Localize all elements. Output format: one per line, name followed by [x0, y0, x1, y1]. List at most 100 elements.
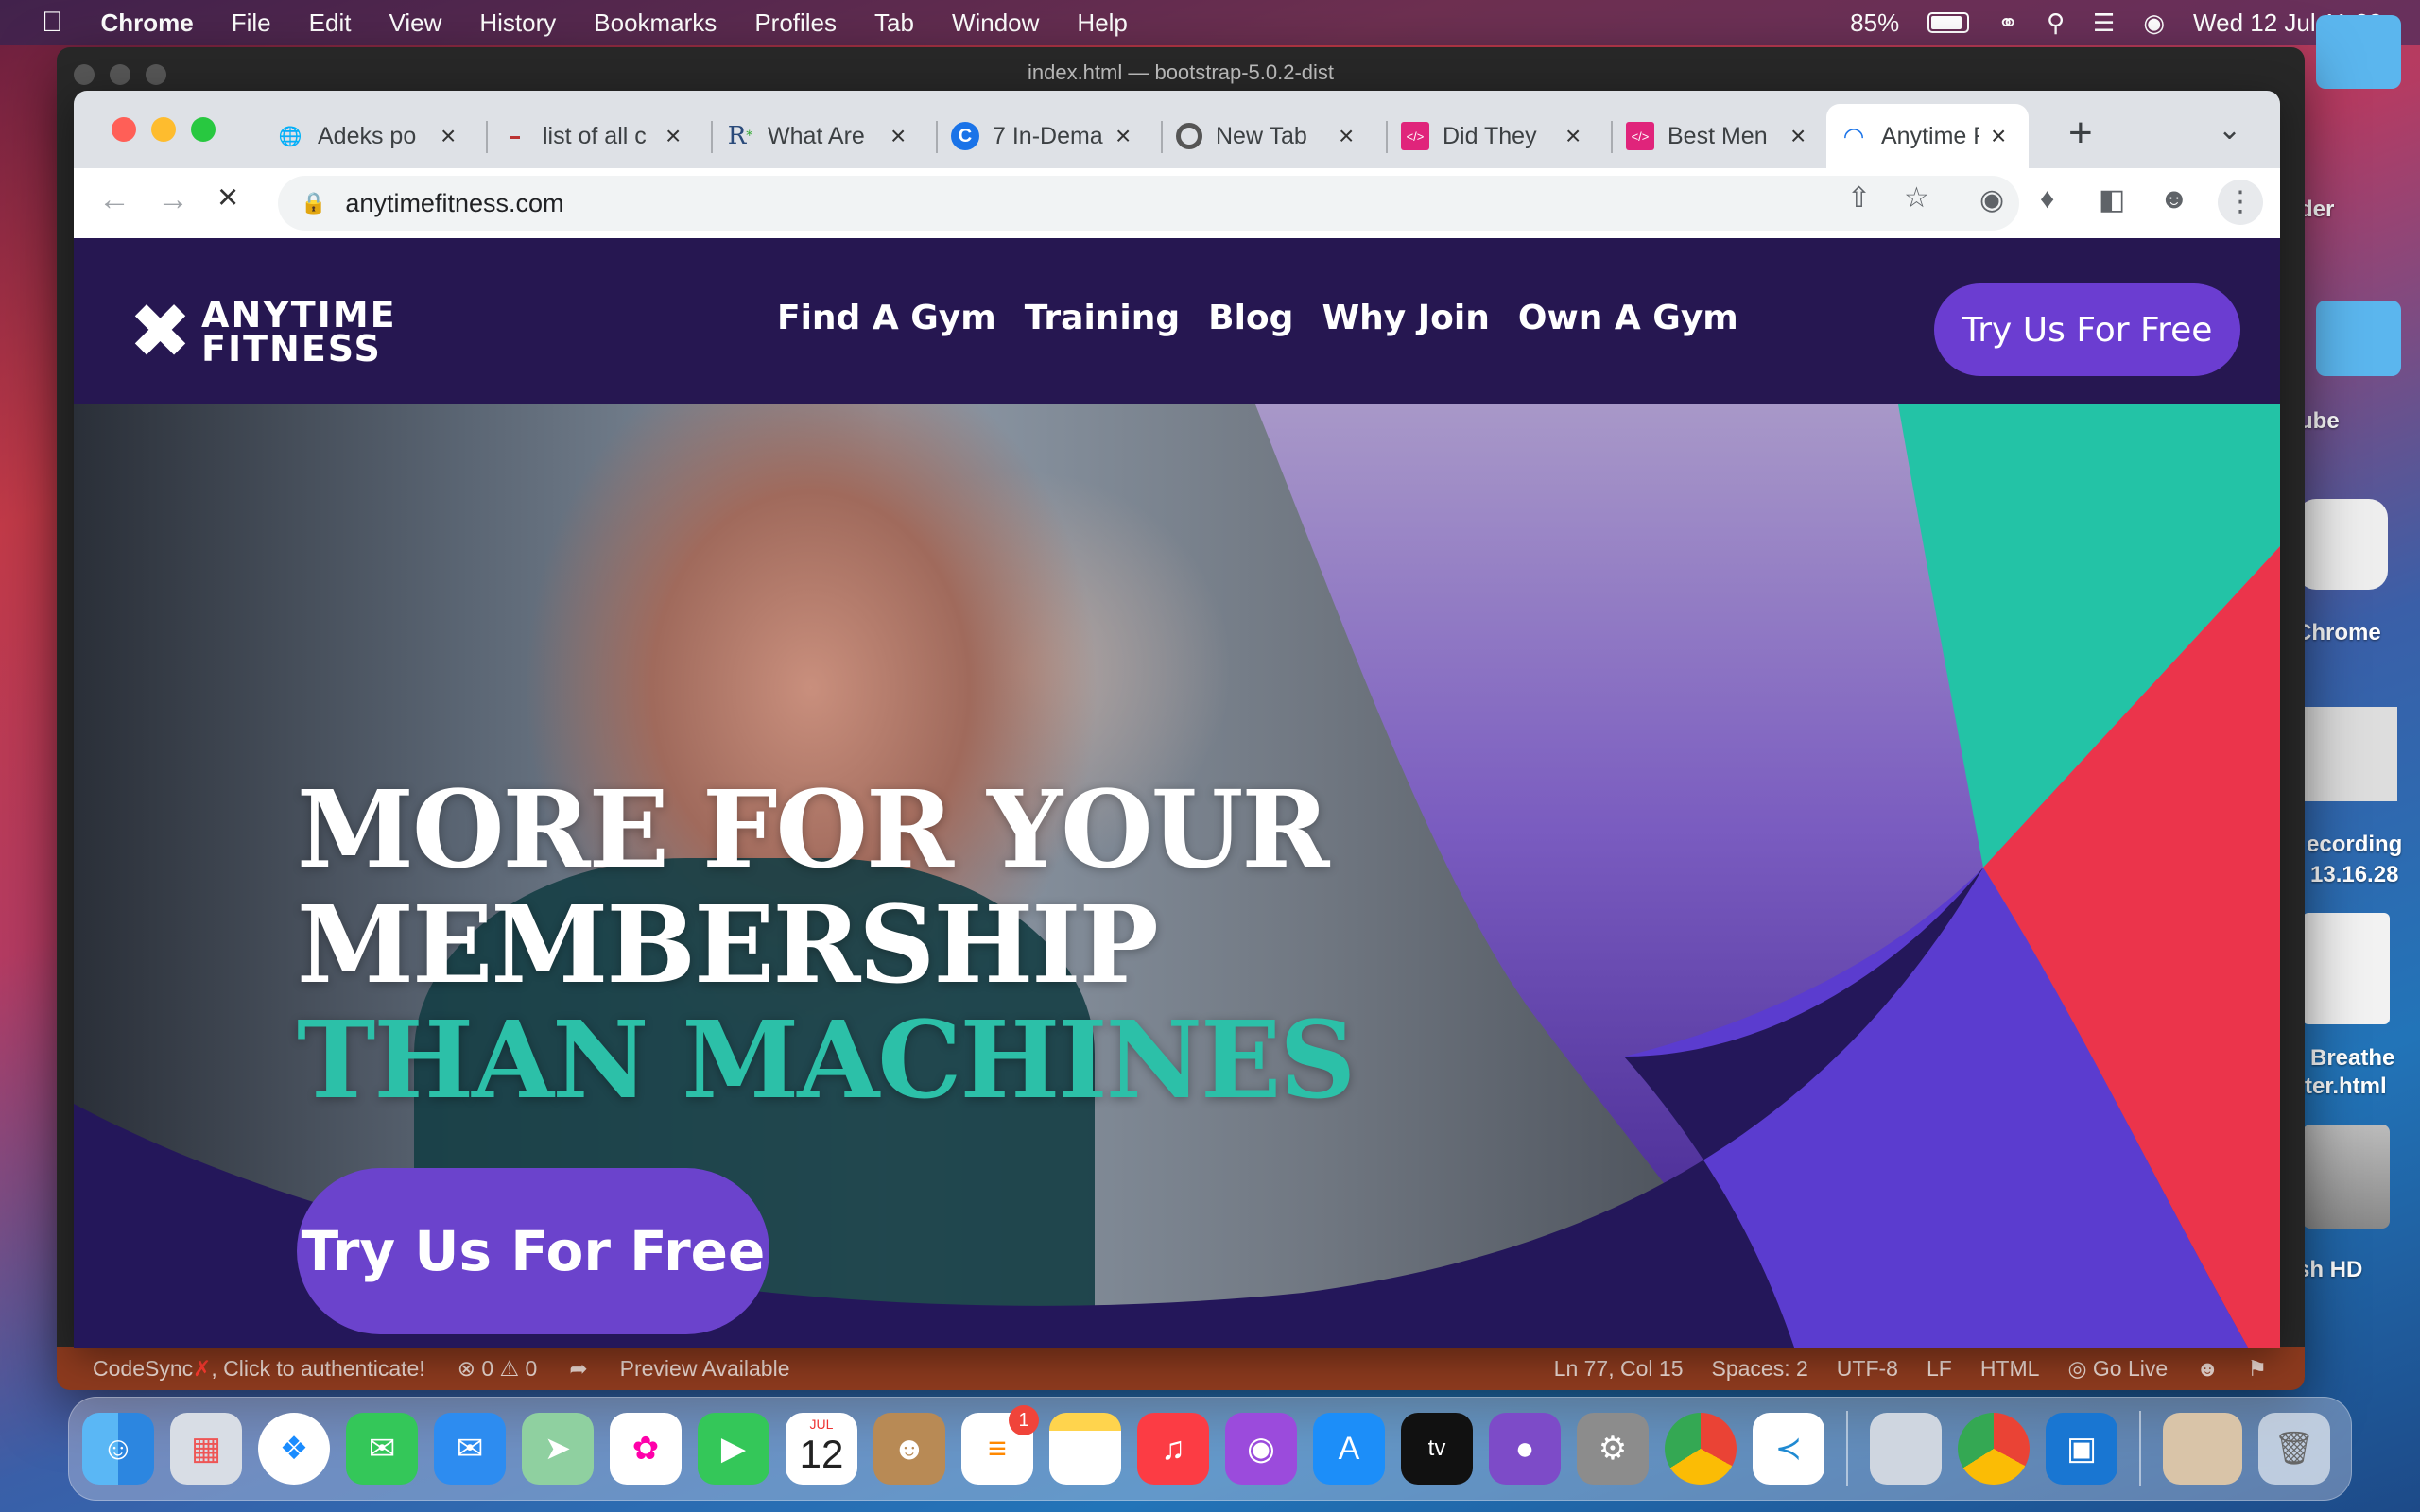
extensions-puzzle-icon[interactable]: ♦: [2040, 183, 2054, 215]
desktop-label[interactable]: ube: [2299, 408, 2403, 435]
tab[interactable]: ▬ list of all c ×: [488, 104, 713, 168]
apple-tv-icon[interactable]: tv: [1401, 1413, 1473, 1485]
camera-icon[interactable]: ◉: [1979, 183, 2004, 216]
launchpad-icon[interactable]: ▦: [170, 1413, 242, 1485]
lock-icon[interactable]: 🔒: [301, 191, 326, 215]
music-icon[interactable]: ♫: [1137, 1413, 1209, 1485]
desktop-label[interactable]: der: [2299, 197, 2403, 223]
forward-arrow-icon[interactable]: →: [157, 181, 189, 218]
tab[interactable]: </> Did They ×: [1388, 104, 1613, 168]
trash-icon[interactable]: 🗑: [2258, 1413, 2330, 1485]
cursor-position[interactable]: Ln 77, Col 15: [1554, 1356, 1684, 1382]
side-panel-icon[interactable]: ◧: [2099, 183, 2125, 216]
photos-icon[interactable]: ✿: [610, 1413, 682, 1485]
close-tab-icon[interactable]: ×: [1565, 121, 1581, 151]
line-ending[interactable]: LF: [1927, 1356, 1952, 1382]
messages-icon[interactable]: ✉: [346, 1413, 418, 1485]
try-us-for-free-hero-button[interactable]: Try Us For Free: [297, 1168, 769, 1334]
tab[interactable]: C 7 In-Dema ×: [938, 104, 1163, 168]
encoding[interactable]: UTF-8: [1837, 1356, 1898, 1382]
tab[interactable]: </> Best Men ×: [1613, 104, 1838, 168]
menu-profiles[interactable]: Profiles: [754, 9, 837, 38]
tab[interactable]: 🌐 Adeks po ×: [263, 104, 488, 168]
close-tab-icon[interactable]: ×: [890, 121, 906, 151]
chrome-app-icon[interactable]: [2297, 499, 2388, 590]
hard-drive-icon[interactable]: [2303, 1125, 2390, 1228]
live-share-icon[interactable]: ➦: [569, 1356, 587, 1382]
url-text[interactable]: anytimefitness.com: [345, 189, 563, 218]
language-mode[interactable]: HTML: [1980, 1356, 2040, 1382]
recording-thumbnail[interactable]: [2303, 707, 2397, 801]
more-menu-icon[interactable]: ⋮: [2218, 180, 2263, 225]
nav-training[interactable]: Training: [1025, 299, 1180, 337]
menu-edit[interactable]: Edit: [309, 9, 352, 38]
desktop-folder-icon[interactable]: [2316, 301, 2401, 376]
maps-icon[interactable]: ➤: [522, 1413, 594, 1485]
stop-loading-icon[interactable]: ×: [217, 178, 238, 218]
nav-own-a-gym[interactable]: Own A Gym: [1518, 299, 1738, 337]
anytime-fitness-logo[interactable]: ✖ ANYTIME FITNESS: [129, 287, 397, 375]
nav-blog[interactable]: Blog: [1208, 299, 1293, 337]
feedback-icon[interactable]: ☻: [2196, 1356, 2219, 1382]
remote-app-icon[interactable]: ▣: [2046, 1413, 2118, 1485]
desktop-label[interactable]: ecording: [2307, 832, 2411, 858]
close-window-button[interactable]: [112, 117, 136, 142]
address-bar[interactable]: 🔒 anytimefitness.com: [278, 176, 2019, 231]
safari-icon[interactable]: ❖: [258, 1413, 330, 1485]
codesync-status[interactable]: CodeSync✗, Click to authenticate!: [93, 1356, 425, 1382]
chrome-icon[interactable]: [1665, 1413, 1737, 1485]
close-tab-icon[interactable]: ×: [1339, 121, 1354, 151]
tab[interactable]: R * What Are ×: [713, 104, 938, 168]
vscode-icon[interactable]: ≺: [1753, 1413, 1824, 1485]
menu-tab[interactable]: Tab: [874, 9, 914, 38]
control-center-icon[interactable]: ☰: [2093, 9, 2115, 38]
close-tab-icon[interactable]: ×: [1790, 121, 1806, 151]
desktop-label[interactable]: Breathe: [2310, 1045, 2414, 1072]
tab-search-chevron-icon[interactable]: ⌄: [2218, 113, 2241, 146]
menu-history[interactable]: History: [479, 9, 556, 38]
bookmark-star-icon[interactable]: ☆: [1904, 181, 1929, 215]
reminders-icon[interactable]: ≡ 1: [961, 1405, 1039, 1485]
try-us-for-free-nav-button[interactable]: Try Us For Free: [1934, 284, 2240, 376]
share-icon[interactable]: ⇧: [1847, 181, 1871, 215]
podcasts-icon[interactable]: ◉: [1225, 1413, 1297, 1485]
github-desktop-icon[interactable]: ●: [1489, 1413, 1561, 1485]
screen-mirroring-icon[interactable]: ⚭: [1997, 9, 2018, 38]
menu-file[interactable]: File: [232, 9, 271, 38]
back-arrow-icon[interactable]: ←: [98, 181, 130, 218]
downloads-stack-icon[interactable]: [2163, 1413, 2242, 1485]
spotlight-search-icon[interactable]: ⚲: [2047, 9, 2065, 38]
go-live-button[interactable]: ◎ Go Live: [2067, 1356, 2168, 1382]
close-tab-icon[interactable]: ×: [1991, 121, 2006, 151]
close-tab-icon[interactable]: ×: [441, 121, 456, 151]
calendar-icon[interactable]: JUL 12: [786, 1413, 857, 1485]
menu-help[interactable]: Help: [1077, 9, 1127, 38]
tab-active[interactable]: ◠ Anytime F ×: [1826, 104, 2029, 168]
contacts-icon[interactable]: ☻: [873, 1413, 945, 1485]
desktop-label[interactable]: tter.html: [2297, 1074, 2401, 1100]
preview-status[interactable]: Preview Available: [620, 1356, 790, 1382]
menu-window[interactable]: Window: [952, 9, 1039, 38]
system-preferences-icon[interactable]: ⚙: [1577, 1413, 1649, 1485]
indentation[interactable]: Spaces: 2: [1712, 1356, 1808, 1382]
app-store-icon[interactable]: A: [1313, 1413, 1385, 1485]
battery-icon[interactable]: [1927, 12, 1970, 33]
nav-find-a-gym[interactable]: Find A Gym: [777, 299, 996, 337]
minimize-window-button[interactable]: [151, 117, 176, 142]
facetime-icon[interactable]: ▶: [698, 1413, 769, 1485]
close-tab-icon[interactable]: ×: [1115, 121, 1131, 151]
menu-view[interactable]: View: [389, 9, 441, 38]
preview-thumbnail-icon[interactable]: [1870, 1413, 1942, 1485]
app-menu[interactable]: Chrome: [101, 9, 194, 38]
menu-bookmarks[interactable]: Bookmarks: [594, 9, 717, 38]
problems-indicator[interactable]: ⊗ 0 ⚠ 0: [458, 1356, 538, 1382]
apple-icon[interactable]: : [42, 7, 63, 39]
desktop-label[interactable]: 13.16.28: [2310, 862, 2414, 888]
zoom-window-button[interactable]: [191, 117, 216, 142]
html-file-icon[interactable]: [2303, 913, 2390, 1024]
new-tab-plus-icon[interactable]: +: [2068, 110, 2093, 157]
nav-why-join[interactable]: Why Join: [1322, 299, 1489, 337]
siri-icon[interactable]: ◉: [2143, 9, 2165, 38]
close-tab-icon[interactable]: ×: [666, 121, 681, 151]
notifications-bell-icon[interactable]: ⚑: [2247, 1356, 2267, 1382]
